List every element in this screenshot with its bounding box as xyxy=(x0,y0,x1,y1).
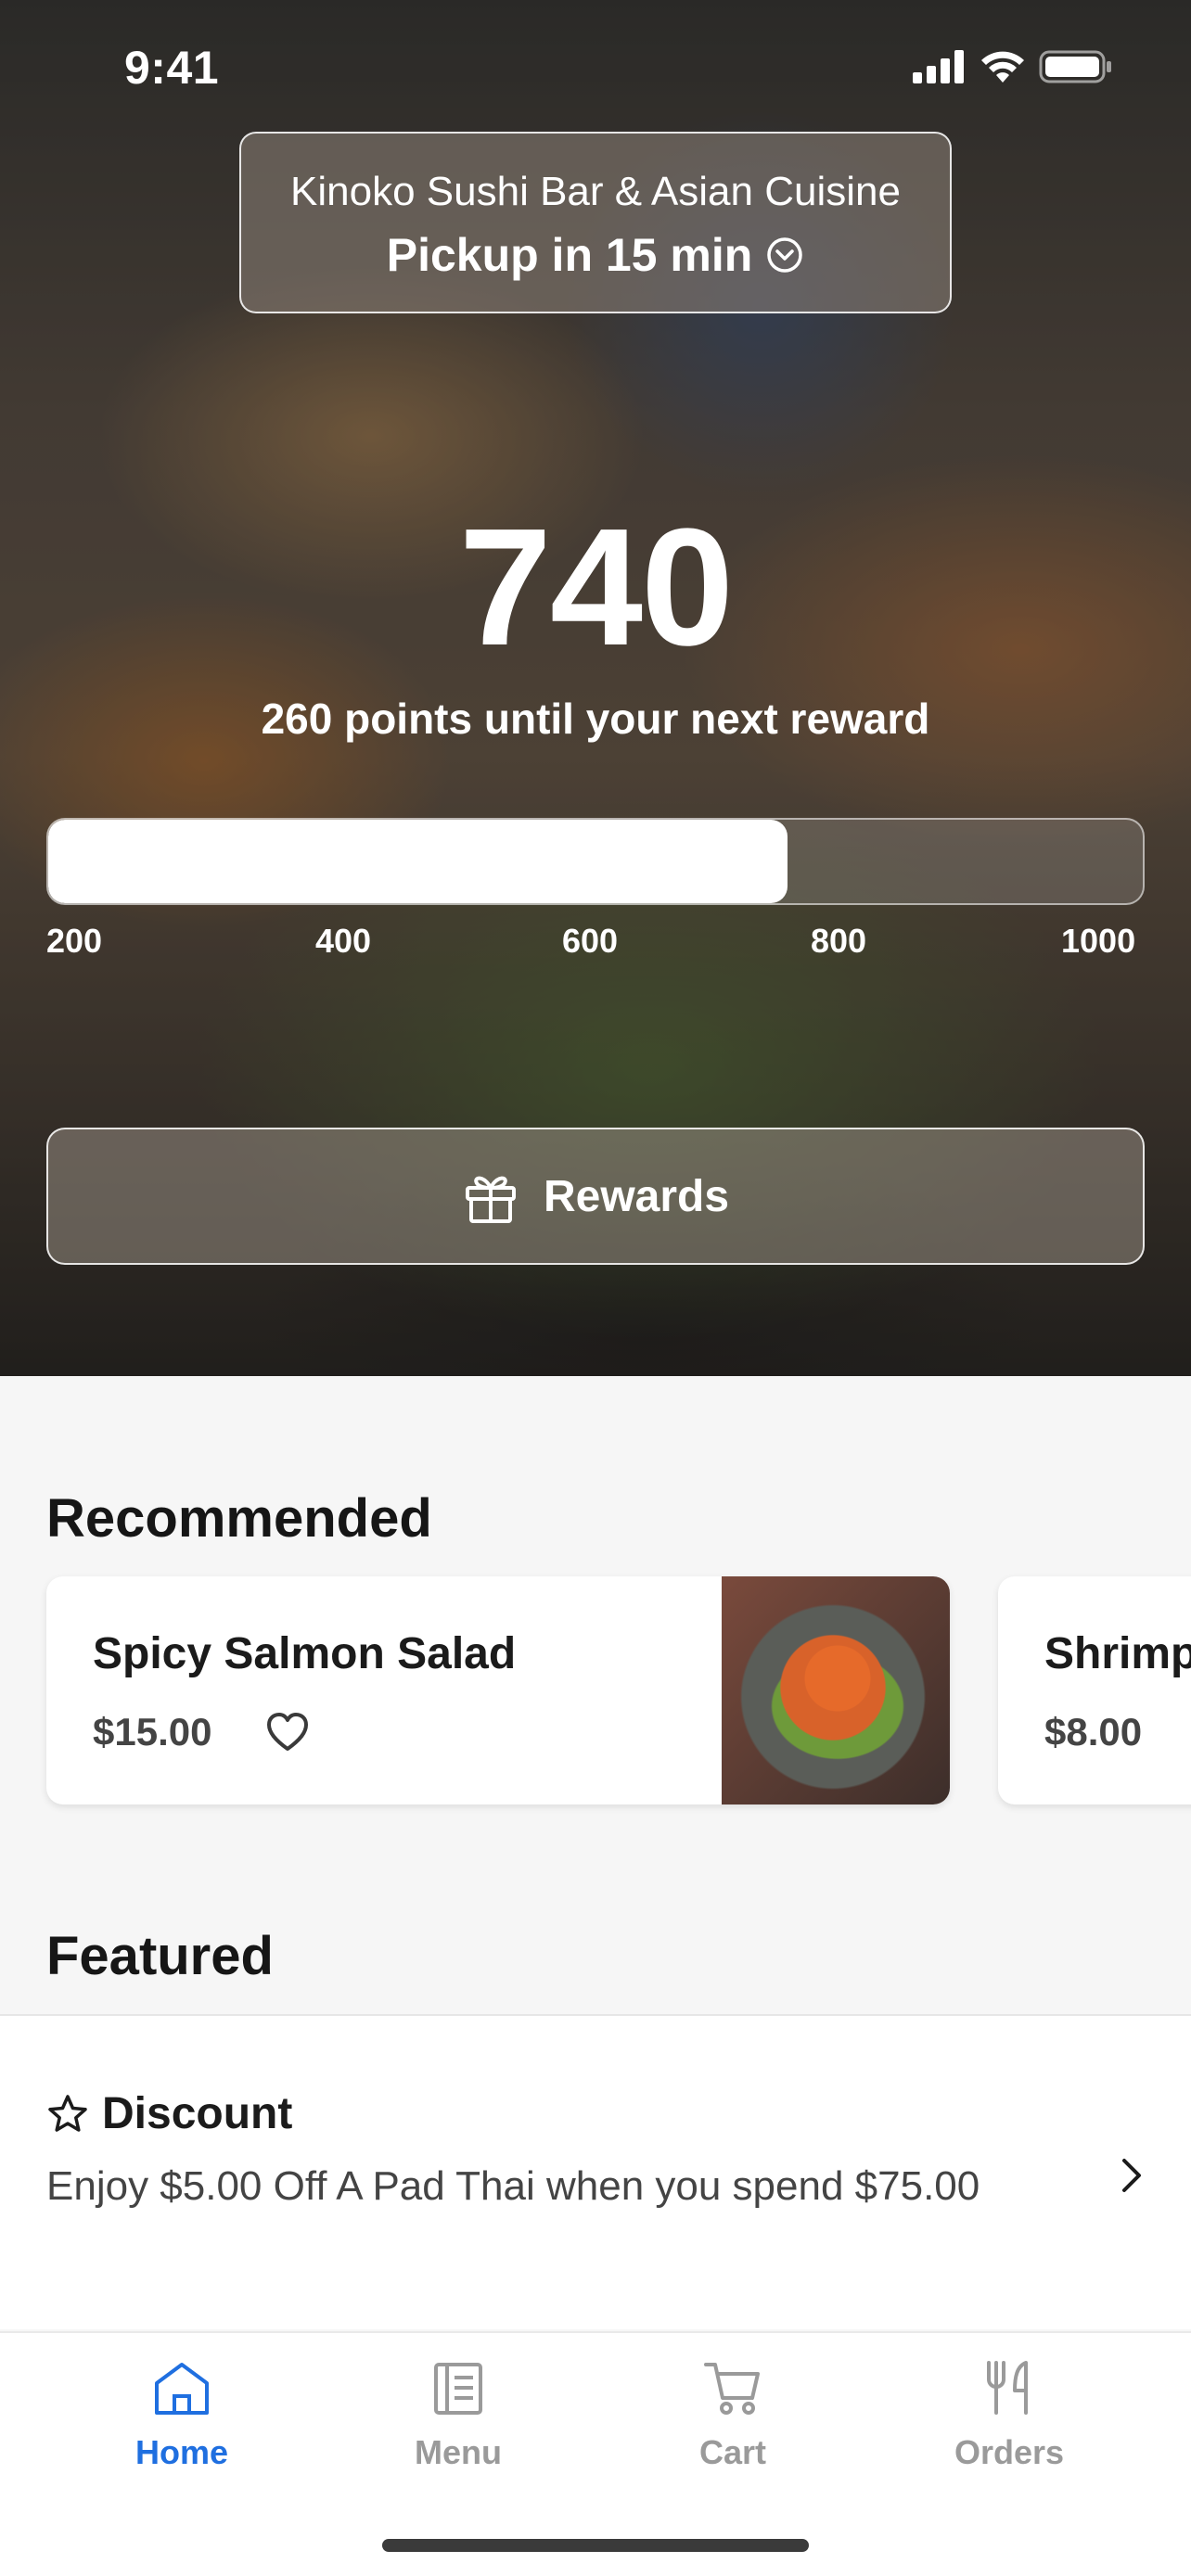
tab-label: Orders xyxy=(954,2433,1065,2471)
chevron-down-circle-icon xyxy=(767,237,803,273)
item-name: Shrimp xyxy=(1044,1629,1191,1678)
progress-tick-600: 600 xyxy=(562,922,619,960)
item-price: $15.00 xyxy=(93,1710,212,1753)
fork-knife-icon xyxy=(987,2361,1028,2415)
progress-tick-800: 800 xyxy=(811,922,867,960)
tab-label: Menu xyxy=(415,2433,502,2471)
item-photo xyxy=(722,1576,950,1804)
battery-icon xyxy=(1039,50,1111,83)
store-selector[interactable]: Kinoko Sushi Bar & Asian Cuisine Pickup … xyxy=(239,132,952,313)
recommended-card[interactable]: Spicy Salmon Salad $15.00 xyxy=(46,1576,950,1804)
progress-tick-1000: 1000 xyxy=(1061,922,1136,960)
points-progress-bar xyxy=(46,818,1145,905)
wifi-icon xyxy=(981,51,1024,83)
progress-tick-200: 200 xyxy=(46,922,103,960)
rewards-button[interactable]: Rewards xyxy=(46,1128,1145,1265)
progress-tick-400: 400 xyxy=(315,922,372,960)
star-icon xyxy=(48,2094,87,2132)
home-indicator xyxy=(382,2539,809,2552)
points-balance: 740 xyxy=(458,494,734,681)
points-progress-fill xyxy=(48,820,788,903)
item-name: Spicy Salmon Salad xyxy=(93,1629,517,1678)
rewards-label: Rewards xyxy=(543,1171,730,1221)
featured-item-label: Discount xyxy=(102,2089,293,2138)
item-price: $8.00 xyxy=(1044,1710,1143,1753)
points-until-reward: 260 points until your next reward xyxy=(261,695,930,743)
tab-orders[interactable]: Orders xyxy=(916,2359,1102,2472)
featured-discount-item[interactable]: Discount Enjoy $5.00 Off A Pad Thai when… xyxy=(0,2014,1191,2329)
recommended-card[interactable]: Shrimp $8.00 xyxy=(998,1576,1191,1804)
tab-label: Cart xyxy=(698,2433,767,2471)
store-name: Kinoko Sushi Bar & Asian Cuisine xyxy=(290,169,901,214)
home-icon xyxy=(155,2363,209,2415)
hero-banner: 9:41 Kinoko Sushi Bar & Asian Cuisine Pi… xyxy=(0,0,1191,1376)
featured-item-description: Enjoy $5.00 Off A Pad Thai when you spen… xyxy=(46,2163,980,2209)
cart-icon xyxy=(704,2363,760,2415)
gift-icon xyxy=(465,1176,516,1223)
tab-menu[interactable]: Menu xyxy=(365,2359,551,2472)
status-icons xyxy=(913,48,1113,85)
featured-item-header: Discount xyxy=(46,2088,292,2139)
tab-home[interactable]: Home xyxy=(89,2359,275,2472)
menu-icon xyxy=(434,2363,482,2415)
heart-icon[interactable] xyxy=(265,1712,310,1753)
pickup-time: Pickup in 15 min xyxy=(386,229,753,281)
recommended-heading: Recommended xyxy=(46,1488,432,1549)
tab-label: Home xyxy=(134,2433,229,2471)
cellular-signal-icon xyxy=(913,50,964,83)
status-time: 9:41 xyxy=(124,42,220,94)
pickup-row: Pickup in 15 min xyxy=(241,228,950,282)
featured-heading: Featured xyxy=(46,1926,274,1986)
chevron-right-icon xyxy=(1122,2159,1141,2192)
tab-cart[interactable]: Cart xyxy=(640,2359,826,2472)
